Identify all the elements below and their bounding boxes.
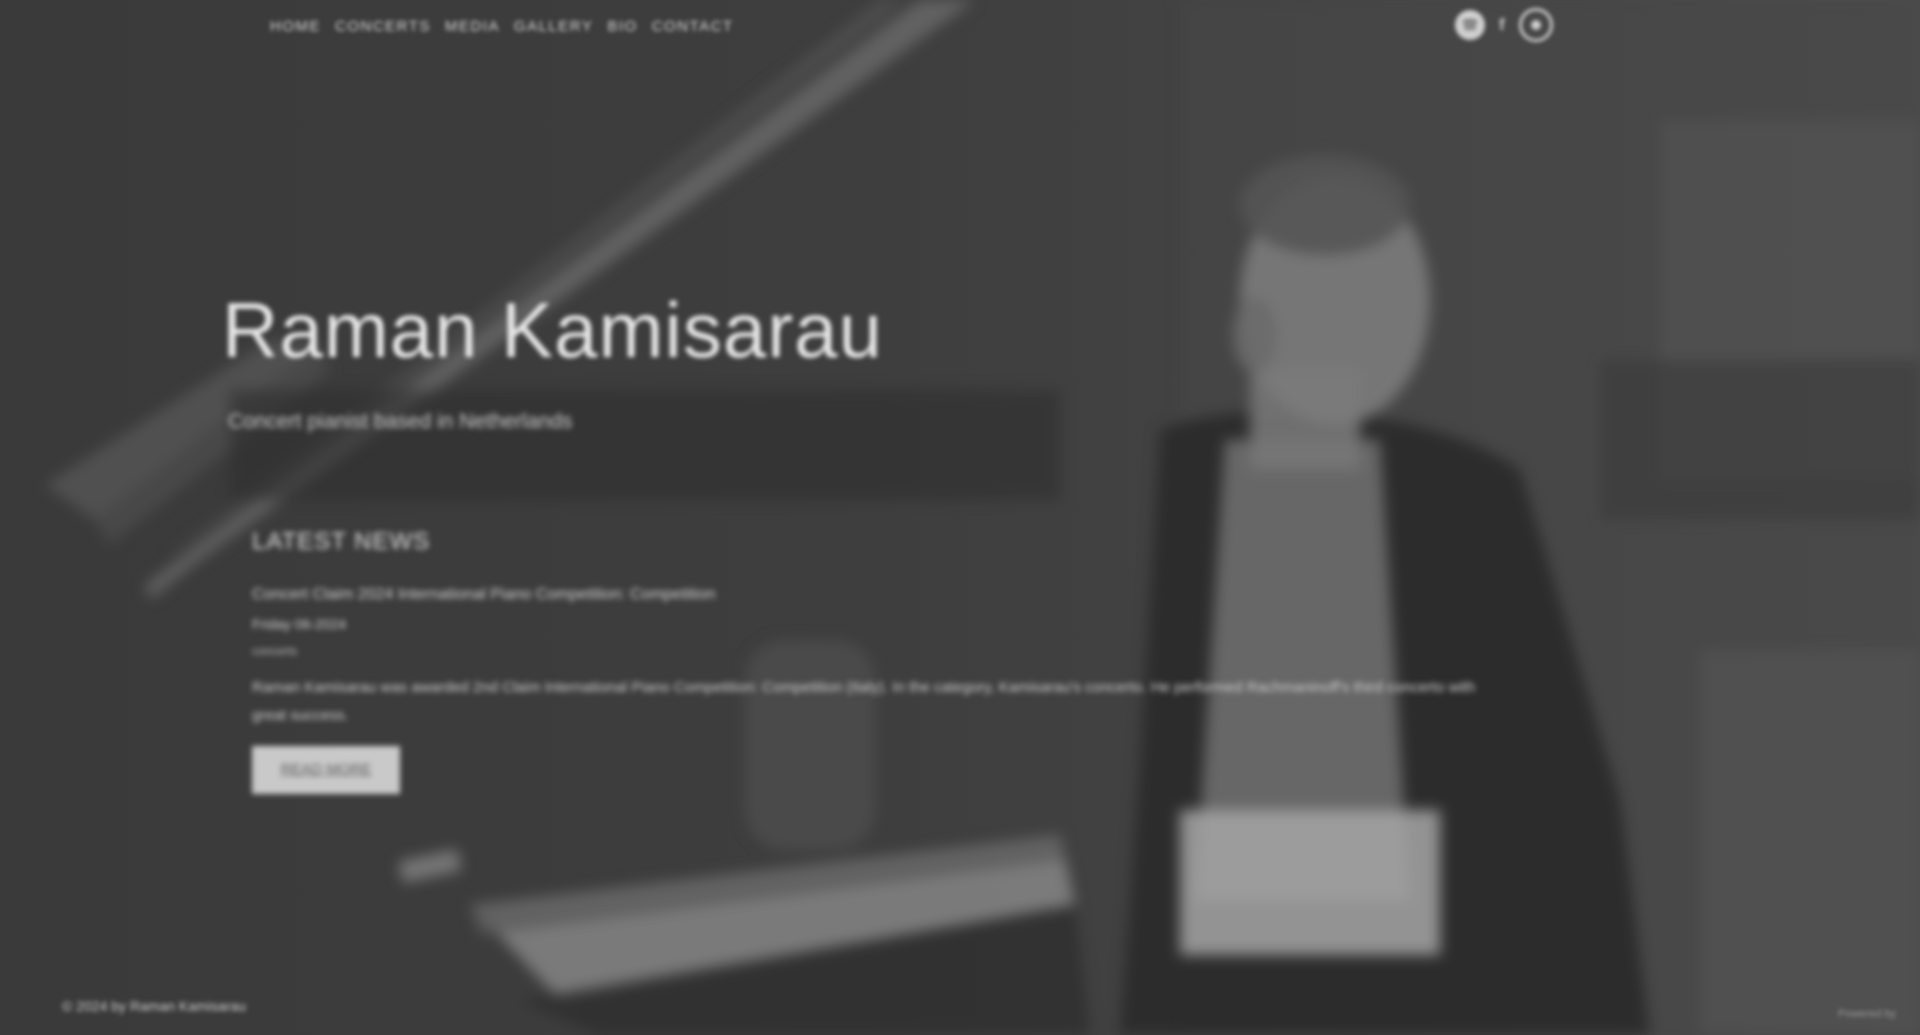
social-links: f <box>1455 8 1553 42</box>
instagram-icon[interactable] <box>1518 8 1553 42</box>
news-item-title[interactable]: Concert Claim 2024 International Piano C… <box>252 586 1502 604</box>
spotify-waves <box>1462 19 1478 31</box>
nav-home[interactable]: HOME <box>270 18 321 35</box>
background-illustration <box>45 0 1920 1035</box>
news-heading: LATEST NEWS <box>252 528 431 555</box>
spotify-icon[interactable] <box>1455 10 1485 40</box>
hero-title: Raman Kamisarau <box>222 286 883 374</box>
news-item-date: Friday 06-2024 <box>252 616 347 632</box>
news-item-body: Raman Kamisarau was awarded 2nd Claim In… <box>252 679 1476 724</box>
read-more-button[interactable]: READ MORE <box>252 746 400 794</box>
facebook-icon[interactable]: f <box>1499 15 1505 35</box>
latest-news: LATEST NEWS Concert Claim 2024 Internati… <box>252 528 1502 794</box>
hero-subtitle: Concert pianist based in Netherlands <box>228 410 573 433</box>
nav-contact[interactable]: CONTACT <box>652 18 734 35</box>
footer-copyright: © 2024 by Raman Kamisarau <box>62 998 246 1014</box>
nav-concerts[interactable]: CONCERTS <box>335 18 431 35</box>
hero-background-photo <box>0 0 1920 1035</box>
footer-credit[interactable]: Powered by <box>1838 1008 1896 1020</box>
news-item-category[interactable]: concerts <box>252 644 1502 658</box>
main-nav: HOME CONCERTS MEDIA GALLERY BIO CONTACT <box>270 18 734 35</box>
nav-media[interactable]: MEDIA <box>445 18 500 35</box>
instagram-lens <box>1530 20 1541 30</box>
nav-gallery[interactable]: GALLERY <box>514 18 593 35</box>
nav-bio[interactable]: BIO <box>607 18 637 35</box>
page: HOME CONCERTS MEDIA GALLERY BIO CONTACT … <box>0 0 1920 1035</box>
